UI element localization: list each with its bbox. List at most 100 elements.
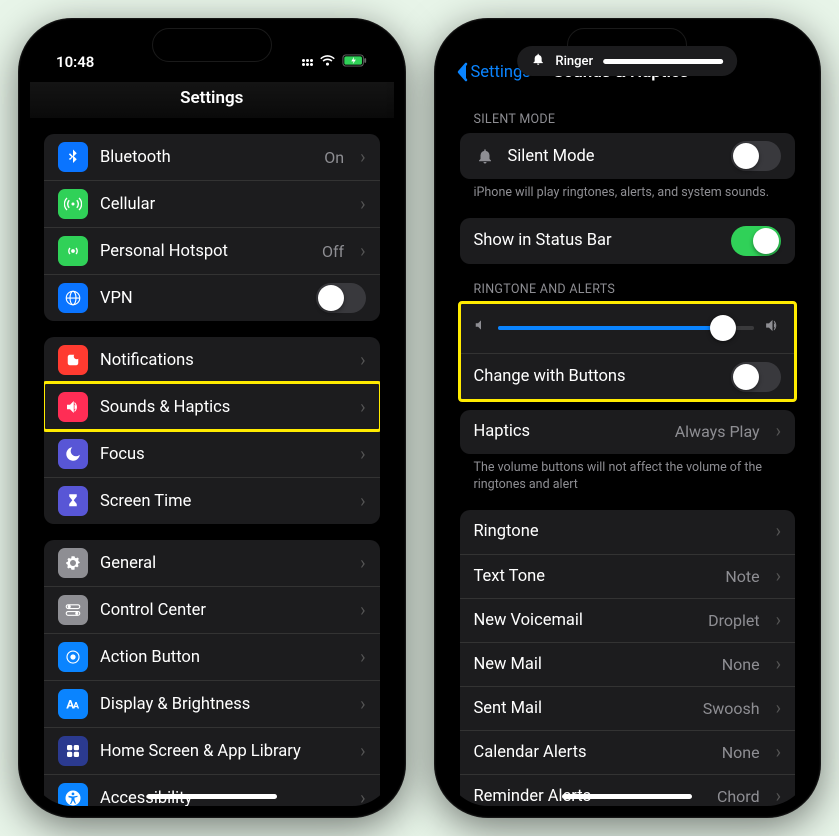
- row-label: Screen Time: [100, 492, 344, 511]
- chevron-right-icon: ›: [356, 694, 365, 715]
- settings-group-network: BluetoothOn›Cellular›Personal HotspotOff…: [44, 134, 380, 321]
- settings-row-display[interactable]: AADisplay & Brightness›: [44, 680, 380, 727]
- chevron-right-icon: ›: [356, 241, 365, 262]
- sound-row-5[interactable]: Calendar Alerts None ›: [460, 730, 796, 774]
- dynamic-island: [152, 28, 272, 62]
- change-with-buttons-toggle[interactable]: [731, 362, 781, 392]
- settings-row-general[interactable]: General ›: [44, 540, 380, 586]
- status-time: 10:48: [56, 53, 94, 71]
- phone-right: Ringer Settings Sounds & Haptics SILENT …: [434, 18, 822, 818]
- change-with-buttons-label: Change with Buttons: [474, 367, 720, 386]
- chevron-right-icon: ›: [772, 566, 781, 587]
- chevron-right-icon: ›: [356, 350, 365, 371]
- vpn-icon: [58, 283, 88, 313]
- sound-row-0[interactable]: Ringtone›: [460, 510, 796, 554]
- bell-icon: [474, 141, 496, 171]
- row-label: Bluetooth: [100, 148, 312, 167]
- settings-row-notifications[interactable]: Notifications›: [44, 337, 380, 383]
- grid-icon: [58, 736, 88, 766]
- row-label: Cellular: [100, 195, 344, 214]
- settings-row-focus[interactable]: Focus›: [44, 430, 380, 477]
- chevron-right-icon: ›: [772, 421, 781, 442]
- show-in-status-bar-row[interactable]: Show in Status Bar: [460, 218, 796, 264]
- chevron-right-icon: ›: [356, 491, 365, 512]
- chevron-right-icon: ›: [356, 397, 365, 418]
- haptics-detail: Always Play: [675, 422, 760, 441]
- row-label: Action Button: [100, 648, 344, 667]
- sound-label: Calendar Alerts: [474, 743, 710, 762]
- sound-row-2[interactable]: New Voicemail Droplet ›: [460, 598, 796, 642]
- settings-row-controlcenter[interactable]: Control Center›: [44, 586, 380, 633]
- row-detail: On: [324, 148, 344, 167]
- bell-icon: [58, 345, 88, 375]
- settings-row-accessibility[interactable]: Accessibility›: [44, 774, 380, 806]
- settings-row-hotspot[interactable]: Personal HotspotOff›: [44, 227, 380, 274]
- sound-row-1[interactable]: Text ToneNote›: [460, 554, 796, 598]
- silent-mode-toggle[interactable]: [731, 141, 781, 171]
- section-silent-mode-label: SILENT MODE: [460, 94, 796, 133]
- speaker-low-icon: [474, 318, 488, 337]
- chevron-right-icon: ›: [356, 147, 365, 168]
- ringer-label: Ringer: [555, 54, 593, 69]
- chevron-right-icon: ›: [772, 610, 781, 631]
- sound-detail: None: [722, 743, 760, 762]
- phone-left: 10:48 Settings BluetoothOn›Cellular›Pers…: [18, 18, 406, 818]
- home-indicator[interactable]: [562, 794, 692, 799]
- row-label: VPN: [100, 289, 304, 308]
- silent-mode-row[interactable]: Silent Mode: [460, 133, 796, 179]
- vpn-toggle[interactable]: [316, 283, 366, 313]
- chevron-right-icon: ›: [356, 553, 365, 574]
- speaker-icon: [58, 392, 88, 422]
- bell-icon: [531, 52, 545, 70]
- settings-row-homescreen[interactable]: Home Screen & App Library›: [44, 727, 380, 774]
- accessibility-icon: [58, 783, 88, 806]
- ringer-volume-row[interactable]: [460, 303, 796, 353]
- show-in-status-bar-toggle[interactable]: [731, 226, 781, 256]
- gear-icon: [58, 548, 88, 578]
- svg-text:A: A: [73, 702, 80, 712]
- sound-detail: Chord: [717, 787, 760, 806]
- sound-row-4[interactable]: Sent MailSwoosh›: [460, 686, 796, 730]
- sound-detail: Note: [725, 567, 759, 586]
- chevron-right-icon: ›: [772, 742, 781, 763]
- ringer-hud: Ringer: [517, 46, 737, 76]
- haptics-row[interactable]: Haptics Always Play ›: [460, 410, 796, 454]
- bluetooth-icon: [58, 142, 88, 172]
- battery-icon: [342, 53, 368, 71]
- section-ringtone-label: RINGTONE AND ALERTS: [460, 264, 796, 303]
- settings-row-bluetooth[interactable]: Bluetooth On ›: [44, 134, 380, 180]
- chevron-right-icon: ›: [772, 654, 781, 675]
- show-in-status-bar-label: Show in Status Bar: [474, 231, 720, 250]
- page-title: Settings: [30, 82, 394, 118]
- display-icon: AA: [58, 689, 88, 719]
- chevron-right-icon: ›: [356, 741, 365, 762]
- ringer-volume-slider[interactable]: [498, 326, 755, 330]
- settings-row-screentime[interactable]: Screen Time ›: [44, 477, 380, 524]
- settings-row-vpn[interactable]: VPN: [44, 274, 380, 321]
- settings-group-general: General›Control Center›Action Button›AAD…: [44, 540, 380, 806]
- ringer-hud-slider: [603, 59, 723, 64]
- ringtone-alerts-group: Change with Buttons: [460, 303, 796, 400]
- silent-mode-note: iPhone will play ringtones, alerts, and …: [460, 179, 796, 202]
- sound-detail: Droplet: [708, 611, 759, 630]
- home-indicator[interactable]: [147, 794, 277, 799]
- settings-row-actionbutton[interactable]: Action Button ›: [44, 633, 380, 680]
- row-label: Control Center: [100, 601, 344, 620]
- settings-row-sounds[interactable]: Sounds & Haptics ›: [44, 383, 380, 430]
- row-label: General: [100, 554, 344, 573]
- sound-label: New Voicemail: [474, 611, 697, 630]
- sound-detail: None: [722, 655, 760, 674]
- sounds-group: Ringtone›Text ToneNote›New VoicemailDrop…: [460, 510, 796, 806]
- sound-detail: Swoosh: [703, 699, 760, 718]
- row-label: Sounds & Haptics: [100, 398, 344, 417]
- chevron-right-icon: ›: [356, 647, 365, 668]
- sound-row-6[interactable]: Reminder AlertsChord›: [460, 774, 796, 806]
- row-label: Focus: [100, 445, 344, 464]
- action-icon: [58, 642, 88, 672]
- moon-icon: [58, 439, 88, 469]
- chevron-right-icon: ›: [772, 786, 781, 806]
- sound-row-3[interactable]: New MailNone›: [460, 642, 796, 686]
- settings-row-cellular[interactable]: Cellular›: [44, 180, 380, 227]
- change-with-buttons-row[interactable]: Change with Buttons: [460, 353, 796, 400]
- wifi-icon: [319, 53, 336, 71]
